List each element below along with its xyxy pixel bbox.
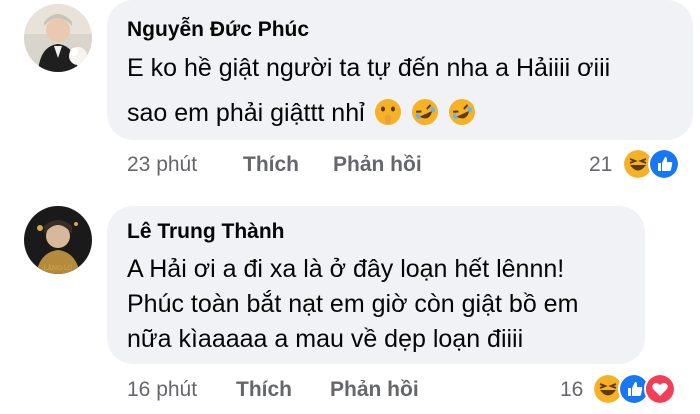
- reply-button[interactable]: Phản hồi: [330, 378, 419, 402]
- reply-button[interactable]: Phản hồi: [333, 153, 422, 177]
- rofl-face-icon: [411, 99, 438, 125]
- rofl-face-icon: [448, 99, 475, 125]
- shushing-face-icon: [374, 99, 401, 125]
- comment-text-line: nữa kìaaaaa a mau về dẹp loạn điiii: [127, 325, 524, 353]
- comment-text-line: A Hải ơi a đi xa là ở đây loạn hết lênnn…: [127, 255, 565, 283]
- love-reaction-icon[interactable]: [644, 373, 676, 405]
- like-button[interactable]: Thích: [236, 378, 292, 402]
- comment-text-line: Phúc toàn bắt nạt em giờ còn giật bồ em: [127, 290, 579, 318]
- comment-author[interactable]: Nguyễn Đức Phúc: [127, 18, 309, 42]
- reaction-count[interactable]: 21: [589, 153, 612, 177]
- comment-text-line: E ko hề giật người ta tự đến nha a Hảiii…: [127, 54, 611, 82]
- avatar[interactable]: [24, 4, 92, 72]
- svg-text:LÂNG·LU: LÂNG·LU: [44, 265, 73, 272]
- like-button[interactable]: Thích: [243, 153, 299, 177]
- comment-text-segment: sao em phải giậttt nhỉ: [127, 99, 365, 127]
- reaction-count[interactable]: 16: [560, 378, 583, 402]
- comment-text-line: sao em phải giậttt nhỉ: [127, 98, 476, 128]
- comment-timestamp[interactable]: 16 phút: [127, 378, 197, 402]
- like-reaction-icon[interactable]: [648, 148, 680, 180]
- comment-timestamp[interactable]: 23 phút: [127, 153, 197, 177]
- comment-author[interactable]: Lê Trung Thành: [127, 220, 285, 244]
- avatar[interactable]: LÂNG·LU: [24, 206, 92, 274]
